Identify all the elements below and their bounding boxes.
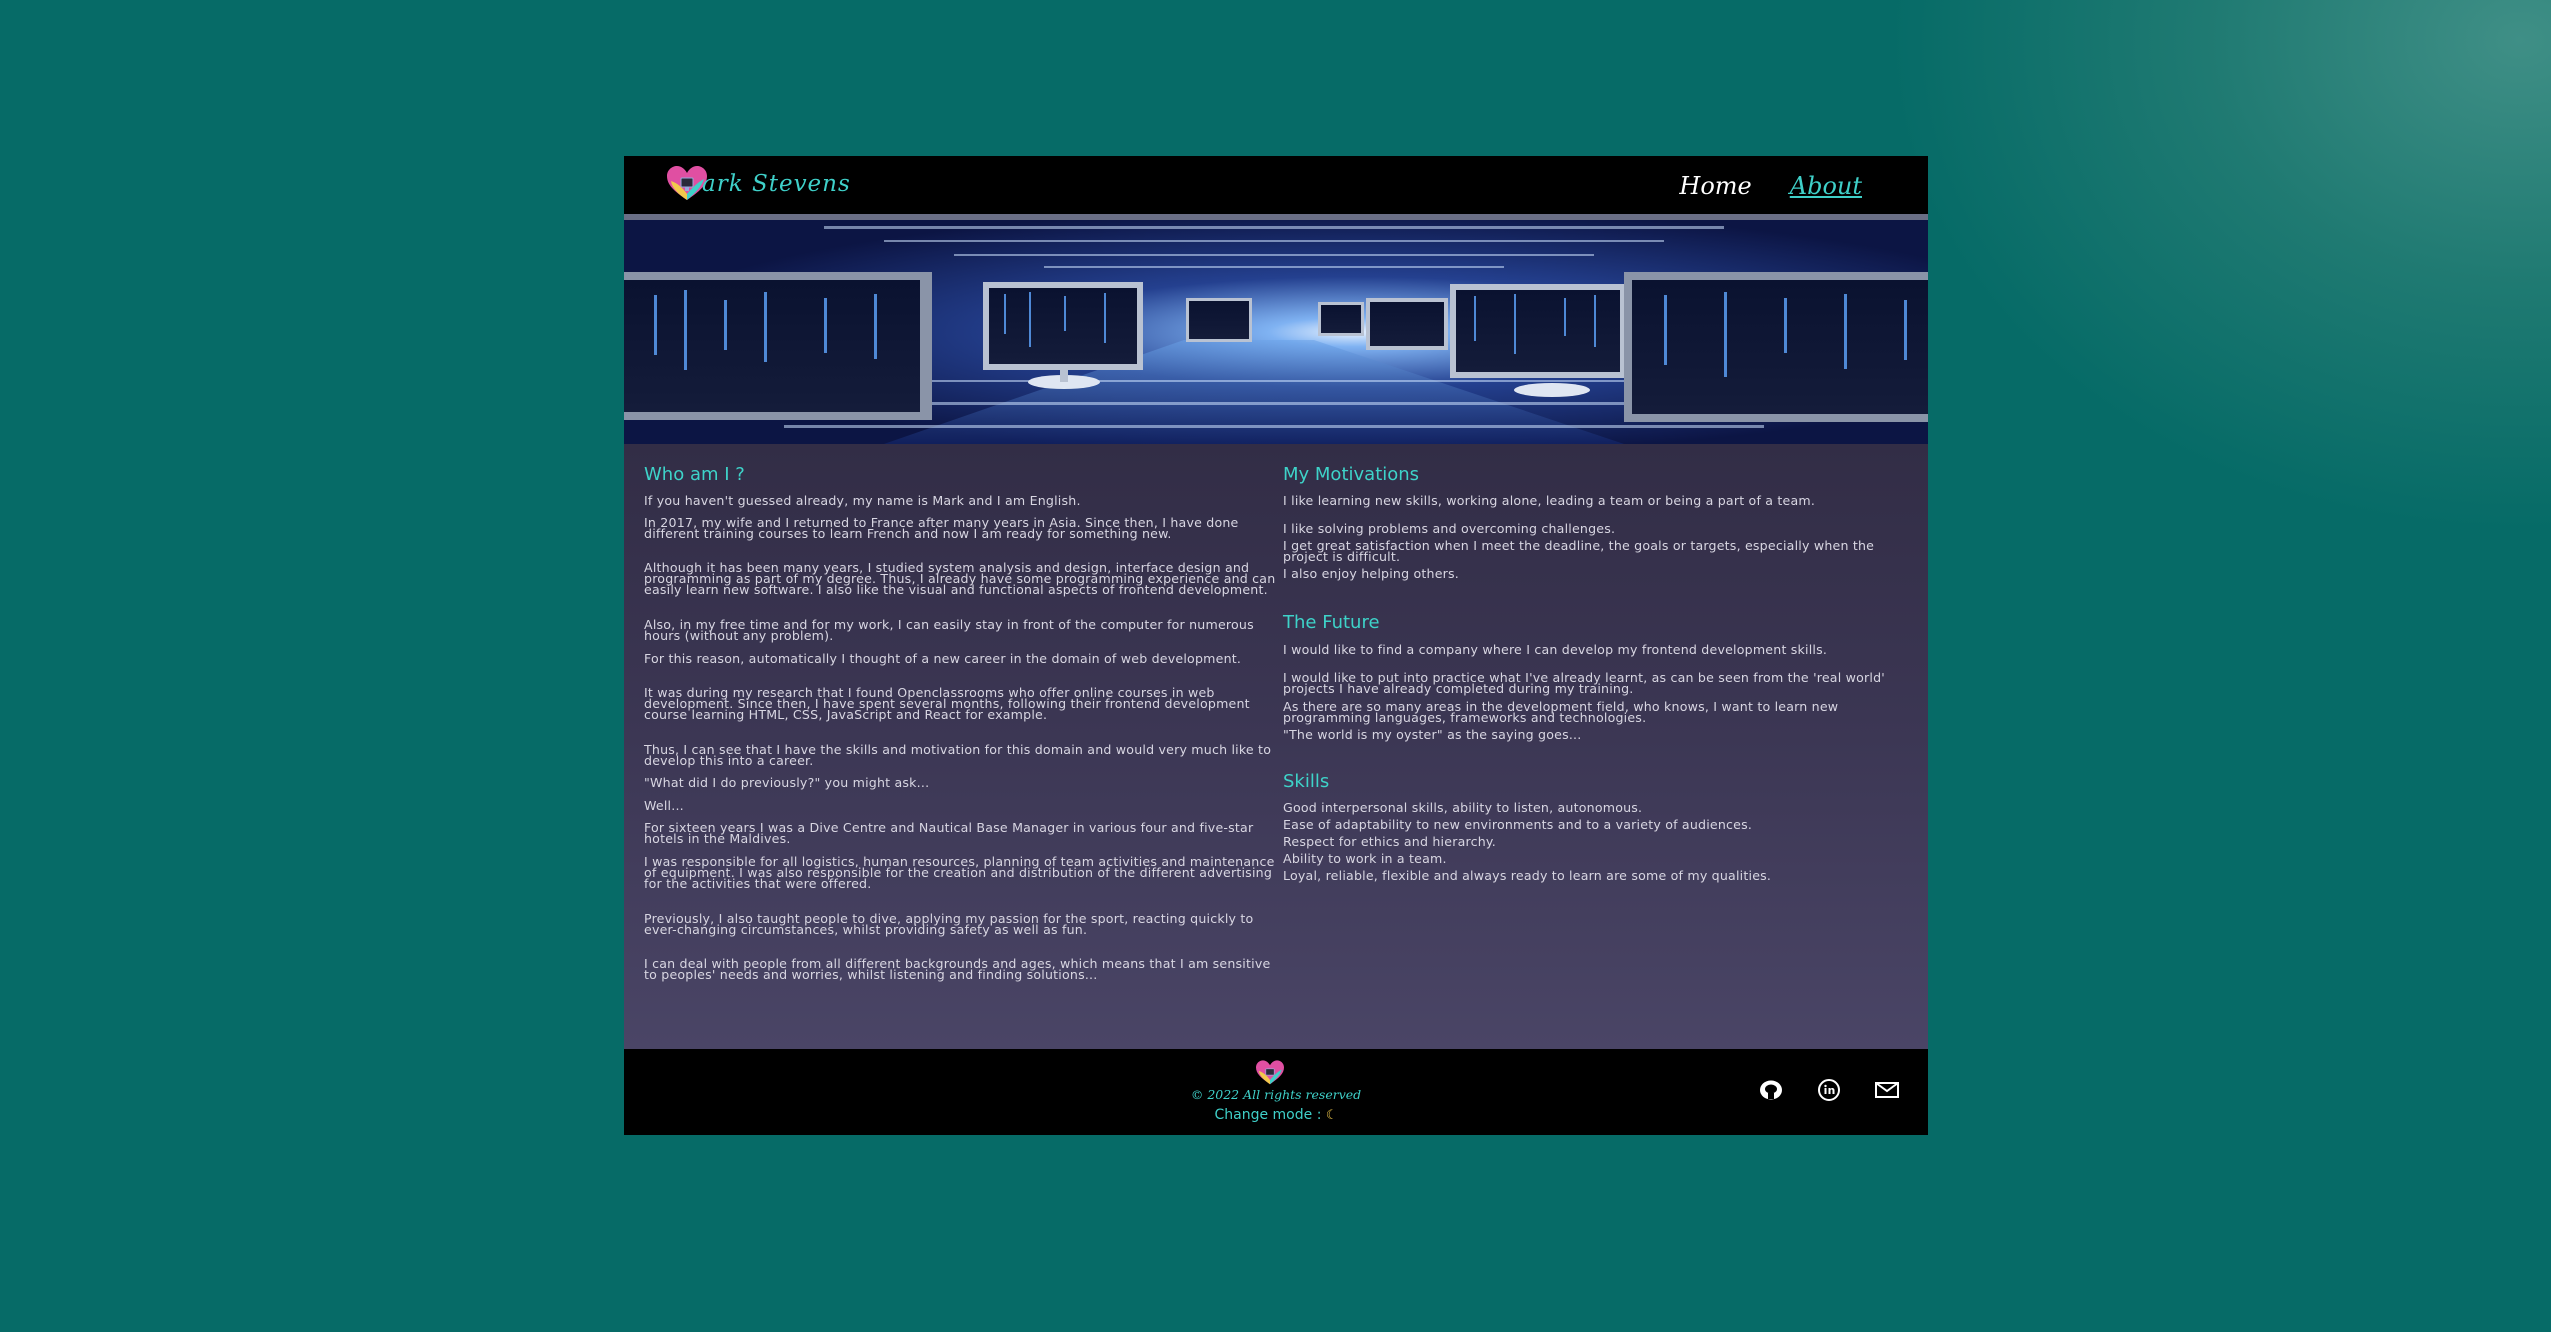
skills-item: Good interpersonal skills, ability to li… — [1283, 800, 1643, 815]
linkedin-icon[interactable] — [1816, 1079, 1842, 1101]
motivations-heading: My Motivations — [1283, 464, 1420, 485]
logo-link[interactable]: ark Stevens — [664, 162, 851, 206]
who-paragraph: It was during my research that I found O… — [644, 685, 1250, 722]
future-paragraph: "The world is my oyster" as the saying g… — [1283, 727, 1582, 742]
motivations-paragraph: I also enjoy helping others. — [1283, 566, 1460, 581]
github-icon[interactable] — [1758, 1079, 1784, 1101]
moon-icon[interactable]: ☾ — [1326, 1108, 1338, 1123]
who-paragraph: If you haven't guessed already, my name … — [644, 493, 1081, 508]
motivations-paragraph: I get great satisfaction when I meet the… — [1283, 538, 1875, 564]
nav-about-link[interactable]: About — [1790, 172, 1862, 200]
about-content: Who am I ? If you haven't guessed alread… — [624, 444, 1928, 1049]
who-paragraph: Well... — [644, 798, 684, 813]
who-paragraph: I was responsible for all logistics, hum… — [644, 854, 1275, 891]
hero-banner-image — [624, 220, 1928, 444]
who-am-i-heading: Who am I ? — [644, 464, 745, 485]
who-paragraph: Also, in my free time and for my work, I… — [644, 617, 1254, 643]
skills-item: Ease of adaptability to new environments… — [1283, 817, 1753, 832]
skills-heading: Skills — [1283, 771, 1330, 792]
change-mode-toggle[interactable]: Change mode : ☾ — [624, 1107, 1928, 1123]
who-paragraph: "What did I do previously?" you might as… — [644, 775, 930, 790]
future-paragraph: I would like to put into practice what I… — [1283, 670, 1885, 696]
who-paragraph: Previously, I also taught people to dive… — [644, 911, 1254, 937]
change-mode-label: Change mode : — [1214, 1107, 1322, 1123]
who-paragraph: I can deal with people from all differen… — [644, 956, 1271, 982]
who-paragraph: For this reason, automatically I thought… — [644, 651, 1242, 666]
social-links — [1758, 1079, 1900, 1101]
future-paragraph: I would like to find a company where I c… — [1283, 642, 1828, 657]
skills-item: Loyal, reliable, flexible and always rea… — [1283, 868, 1772, 883]
nav-home-link[interactable]: Home — [1679, 172, 1751, 200]
future-paragraph: As there are so many areas in the develo… — [1283, 699, 1839, 725]
who-paragraph: Although it has been many years, I studi… — [644, 560, 1276, 597]
portfolio-window: ark Stevens Home About Who am I ? If you… — [624, 156, 1928, 1135]
main-nav: Home About — [1679, 172, 1862, 200]
motivations-paragraph: I like solving problems and overcoming c… — [1283, 521, 1616, 536]
skills-item: Respect for ethics and hierarchy. — [1283, 834, 1496, 849]
site-header: ark Stevens Home About — [624, 156, 1928, 214]
heart-logo-icon — [1256, 1060, 1284, 1085]
skills-item: Ability to work in a team. — [1283, 851, 1447, 866]
logo-name: ark Stevens — [702, 171, 851, 197]
who-paragraph: For sixteen years I was a Dive Centre an… — [644, 820, 1254, 846]
future-heading: The Future — [1283, 612, 1380, 633]
who-paragraph: In 2017, my wife and I returned to Franc… — [644, 515, 1239, 541]
mail-icon[interactable] — [1874, 1079, 1900, 1101]
site-footer: © 2022 All rights reserved Change mode :… — [624, 1049, 1928, 1135]
server-room-illustration — [624, 220, 1928, 444]
copyright-text: © 2022 All rights reserved — [1190, 1087, 1362, 1102]
who-paragraph: Thus, I can see that I have the skills a… — [644, 742, 1272, 768]
motivations-paragraph: I like learning new skills, working alon… — [1283, 493, 1816, 508]
